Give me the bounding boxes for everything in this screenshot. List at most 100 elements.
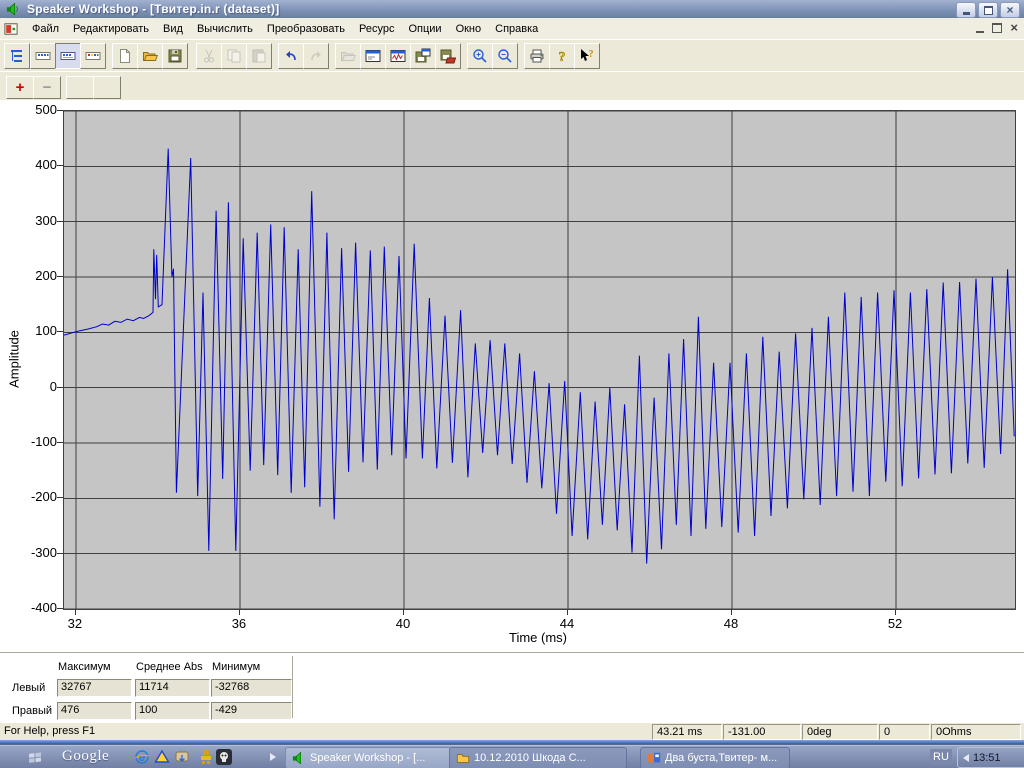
y-tick-label: -200 <box>2 489 57 504</box>
remove-button[interactable]: − <box>33 76 61 99</box>
taskbar: Google e Speaker Workshop - [... <box>0 744 1024 768</box>
y-tick-label: -400 <box>2 600 57 615</box>
restore-button[interactable] <box>978 2 998 18</box>
mdi-minimize-icon[interactable] <box>976 31 984 33</box>
task-button-speaker-workshop[interactable]: Speaker Workshop - [... <box>285 747 451 768</box>
google-logo[interactable]: Google <box>62 748 109 765</box>
close-icon: × <box>1006 4 1013 16</box>
add-button[interactable]: + <box>6 76 34 99</box>
zoom-in-button[interactable] <box>467 43 493 69</box>
dataset-view-icon <box>35 48 51 64</box>
zoom-out-button[interactable] <box>492 43 518 69</box>
new-file-icon <box>117 48 133 64</box>
mdi-restore-icon[interactable] <box>992 23 1002 33</box>
status-value: -131.00 <box>723 724 801 740</box>
copy-button[interactable] <box>221 43 247 69</box>
chart-view-button[interactable] <box>55 43 81 69</box>
notes-view-button[interactable] <box>80 43 106 69</box>
x-tick-label: 40 <box>383 616 423 631</box>
x-tick-label: 32 <box>55 616 95 631</box>
menu-edit[interactable]: Редактировать <box>66 20 156 38</box>
y-tick-label: -100 <box>2 434 57 449</box>
undo-icon <box>283 48 299 64</box>
stat-row-label-right: Правый <box>12 705 52 717</box>
webcam-icon[interactable] <box>174 749 190 765</box>
hide-icons-chevron-icon[interactable] <box>963 754 969 762</box>
ie-icon[interactable]: e <box>134 749 150 765</box>
save-button[interactable] <box>162 43 188 69</box>
menu-transform[interactable]: Преобразовать <box>260 20 352 38</box>
y-tick-mark <box>57 276 63 277</box>
stats-divider <box>292 656 293 718</box>
windows-flag-icon[interactable] <box>27 749 43 765</box>
help-button[interactable]: ? <box>549 43 575 69</box>
context-help-button[interactable]: ? <box>574 43 600 69</box>
language-indicator[interactable]: RU <box>930 749 952 765</box>
x-tick-label: 36 <box>219 616 259 631</box>
minimize-icon <box>963 12 970 15</box>
close-button[interactable]: × <box>1000 2 1020 18</box>
task-label: 10.12.2010 Шкода С... <box>474 752 586 764</box>
save-chart-icon <box>415 48 431 64</box>
menu-resource[interactable]: Ресурс <box>352 20 401 38</box>
y-tick-label: -300 <box>2 545 57 560</box>
x-tick-mark <box>731 610 732 615</box>
x-tick-mark <box>403 610 404 615</box>
chart-window-button[interactable] <box>360 43 386 69</box>
quicklaunch-expand-icon[interactable] <box>270 753 276 761</box>
import-icon <box>340 48 356 64</box>
signal-window-button[interactable] <box>385 43 411 69</box>
save-chart-button[interactable] <box>410 43 436 69</box>
redo-icon <box>308 48 324 64</box>
task-label: Два буста,Твитер- м... <box>665 752 777 764</box>
dataset-view-button[interactable] <box>30 43 56 69</box>
mdi-close-icon[interactable]: × <box>1010 22 1018 34</box>
stat-header-min: Минимум <box>212 661 260 673</box>
menu-help[interactable]: Справка <box>488 20 545 38</box>
open-button[interactable] <box>137 43 163 69</box>
notes-view-icon <box>85 48 101 64</box>
task-button-folder[interactable]: 10.12.2010 Шкода С... <box>449 747 627 768</box>
import-button[interactable] <box>335 43 361 69</box>
new-button[interactable] <box>112 43 138 69</box>
redo-button[interactable] <box>303 43 329 69</box>
y-tick-label: 0 <box>2 379 57 394</box>
export-button[interactable] <box>435 43 461 69</box>
context-help-icon: ? <box>579 48 595 64</box>
cut-button[interactable] <box>196 43 222 69</box>
menu-window[interactable]: Окно <box>449 20 489 38</box>
x-tick-mark <box>567 610 568 615</box>
stat-left-min: -32768 <box>211 679 292 697</box>
menu-calculate[interactable]: Вычислить <box>190 20 260 38</box>
signal-window-icon <box>390 48 406 64</box>
plot-area[interactable] <box>63 110 1016 610</box>
status-time: 43.21 ms <box>652 724 722 740</box>
menu-options[interactable]: Опции <box>401 20 448 38</box>
x-tick-label: 44 <box>547 616 587 631</box>
x-tick-label: 52 <box>875 616 915 631</box>
robot-app-icon[interactable] <box>198 749 214 765</box>
menu-view[interactable]: Вид <box>156 20 190 38</box>
print-button[interactable] <box>524 43 550 69</box>
speaker-icon <box>292 751 306 765</box>
print-icon <box>529 48 545 64</box>
undo-button[interactable] <box>278 43 304 69</box>
task-button-document[interactable]: Два буста,Твитер- м... <box>640 747 790 768</box>
y-tick-mark <box>57 165 63 166</box>
minimize-button[interactable] <box>956 2 976 18</box>
node-toolbar: + − <box>0 71 1024 102</box>
title-bar: Speaker Workshop - [Твитер.in.r (dataset… <box>0 0 1024 18</box>
triangle-app-icon[interactable] <box>154 749 170 765</box>
stat-row-label-left: Левый <box>12 682 45 694</box>
y-tick-mark <box>57 221 63 222</box>
restore-icon <box>984 6 993 15</box>
stats-panel: Максимум Среднее Abs Минимум Левый Правы… <box>0 652 1024 723</box>
tree-view-icon <box>9 48 25 64</box>
skull-app-icon[interactable] <box>216 749 232 765</box>
stat-header-avg: Среднее Abs <box>136 661 203 673</box>
menu-file[interactable]: Файл <box>25 20 66 38</box>
tree-view-button[interactable] <box>4 43 30 69</box>
paste-button[interactable] <box>246 43 272 69</box>
svg-text:?: ? <box>589 49 594 60</box>
stat-left-avg: 11714 <box>135 679 210 697</box>
